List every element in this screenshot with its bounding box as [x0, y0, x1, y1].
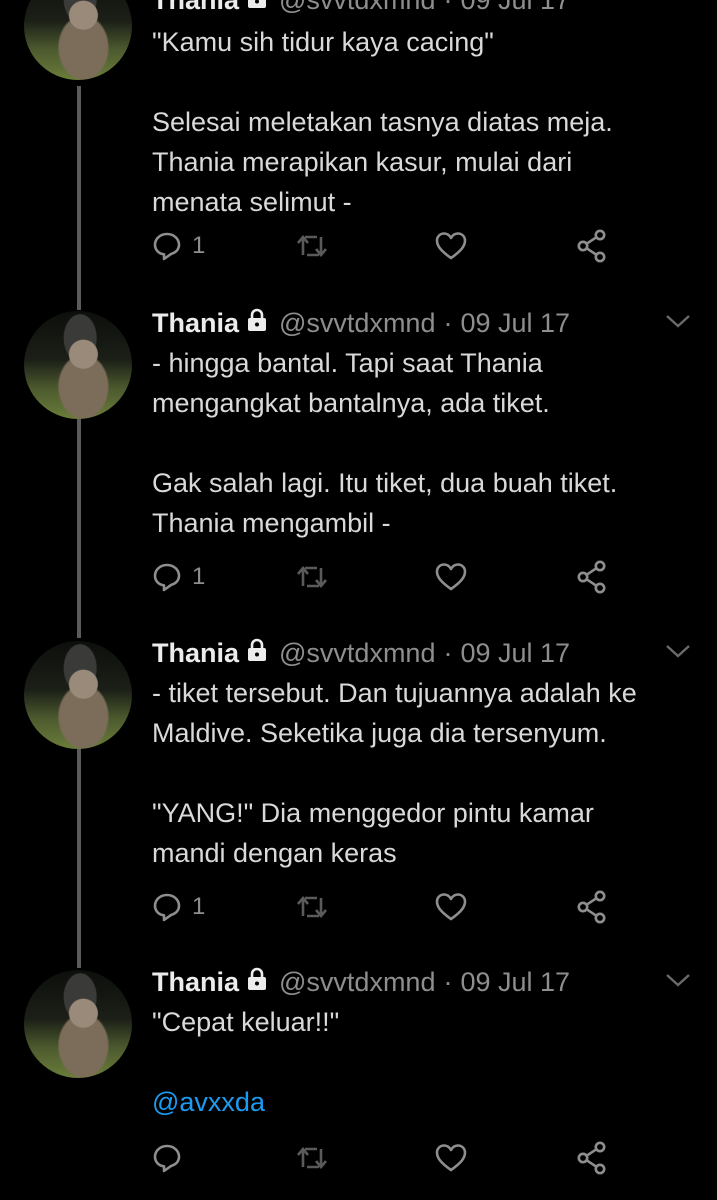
- display-name[interactable]: Thania: [152, 301, 239, 345]
- share-button[interactable]: [576, 887, 608, 927]
- share-icon: [576, 560, 608, 594]
- reply-button[interactable]: 1: [152, 226, 205, 266]
- user-handle[interactable]: @svvtdxmnd: [279, 960, 435, 1004]
- lock-icon: [245, 631, 269, 675]
- share-button[interactable]: [576, 226, 608, 266]
- avatar[interactable]: [24, 641, 132, 749]
- separator: ·: [443, 308, 453, 338]
- tweet-line: - tiket tersebut. Dan tujuannya adalah k…: [152, 678, 637, 708]
- tweet-text: "Cepat keluar!!" @avxxda: [152, 1002, 692, 1122]
- tweet-header: Thania @svvtdxmnd · 09 Jul 17: [152, 631, 570, 675]
- mention-link[interactable]: @avxxda: [152, 1087, 265, 1117]
- avatar[interactable]: [24, 311, 132, 419]
- tweet-actions: [152, 1138, 622, 1178]
- tweet[interactable]: Thania @svvtdxmnd · 09 Jul 17 - tiket te…: [0, 631, 717, 951]
- tweet[interactable]: Thania @svvtdxmnd · 09 Jul 17 "Kamu sih …: [0, 0, 717, 278]
- tweet-line: [152, 753, 692, 793]
- user-handle[interactable]: @svvtdxmnd: [279, 631, 435, 675]
- user-handle[interactable]: @svvtdxmnd: [279, 301, 435, 345]
- share-button[interactable]: [576, 557, 608, 597]
- tweet-line: Thania mengambil -: [152, 508, 391, 538]
- heart-icon: [435, 1143, 467, 1173]
- retweet-icon: [295, 231, 329, 261]
- tweet-line: mandi dengan keras: [152, 838, 397, 868]
- tweet-line: Thania merapikan kasur, mulai dari: [152, 147, 573, 177]
- reply-icon: [152, 892, 182, 922]
- separator: ·: [443, 967, 453, 997]
- tweet-header: Thania @svvtdxmnd · 09 Jul 17: [152, 301, 570, 345]
- tweet[interactable]: Thania @svvtdxmnd · 09 Jul 17 - hingga b…: [0, 301, 717, 621]
- reply-button[interactable]: 1: [152, 557, 205, 597]
- avatar[interactable]: [24, 970, 132, 1078]
- tweet-line: [152, 1042, 692, 1082]
- tweet-line: Selesai meletakan tasnya diatas meja.: [152, 107, 613, 137]
- reply-icon: [152, 562, 182, 592]
- display-name[interactable]: Thania: [152, 0, 239, 22]
- separator: ·: [443, 638, 453, 668]
- retweet-button[interactable]: [295, 1138, 329, 1178]
- tweet-menu-button[interactable]: [664, 631, 692, 675]
- tweet-date[interactable]: 09 Jul 17: [460, 0, 570, 22]
- user-handle[interactable]: @svvtdxmnd: [279, 0, 435, 22]
- tweet-date[interactable]: 09 Jul 17: [460, 960, 570, 1004]
- tweet-menu-button[interactable]: [664, 301, 692, 345]
- avatar[interactable]: [24, 0, 132, 80]
- share-icon: [576, 890, 608, 924]
- retweet-icon: [295, 562, 329, 592]
- heart-icon: [435, 562, 467, 592]
- chevron-down-icon: [665, 972, 691, 993]
- tweet-line: "YANG!" Dia menggedor pintu kamar: [152, 798, 594, 828]
- retweet-button[interactable]: [295, 557, 329, 597]
- reply-button[interactable]: 1: [152, 887, 205, 927]
- tweet-line: Maldive. Seketika juga dia tersenyum.: [152, 718, 607, 748]
- reply-count: 1: [192, 563, 206, 590]
- like-button[interactable]: [435, 1138, 467, 1178]
- heart-icon: [435, 231, 467, 261]
- retweet-icon: [295, 892, 329, 922]
- chevron-down-icon: [665, 313, 691, 334]
- tweet-date[interactable]: 09 Jul 17: [460, 301, 570, 345]
- retweet-button[interactable]: [295, 226, 329, 266]
- tweet-actions: 1: [152, 226, 622, 266]
- retweet-icon: [295, 1143, 329, 1173]
- tweet-text: "Kamu sih tidur kaya cacing" Selesai mel…: [152, 22, 692, 222]
- display-name[interactable]: Thania: [152, 960, 239, 1004]
- tweet-line: [152, 423, 692, 463]
- reply-count: 1: [192, 893, 206, 920]
- reply-button[interactable]: [152, 1138, 192, 1178]
- tweet-line: menata selimut -: [152, 187, 352, 217]
- reply-icon: [152, 1143, 182, 1173]
- tweet-date[interactable]: 09 Jul 17: [460, 631, 570, 675]
- lock-icon: [245, 0, 269, 22]
- tweet-menu-button[interactable]: [664, 960, 692, 1004]
- share-icon: [576, 1141, 608, 1175]
- lock-icon: [245, 301, 269, 345]
- tweet-text: - hingga bantal. Tapi saat Thania mengan…: [152, 343, 692, 543]
- reply-count: 1: [192, 232, 206, 259]
- tweet-text: - tiket tersebut. Dan tujuannya adalah k…: [152, 673, 692, 873]
- reply-icon: [152, 231, 182, 261]
- tweet-line: Gak salah lagi. Itu tiket, dua buah tike…: [152, 468, 618, 498]
- tweet-line: - hingga bantal. Tapi saat Thania: [152, 348, 543, 378]
- heart-icon: [435, 892, 467, 922]
- display-name[interactable]: Thania: [152, 631, 239, 675]
- tweet-line: [152, 62, 692, 102]
- lock-icon: [245, 960, 269, 1004]
- share-icon: [576, 229, 608, 263]
- tweet[interactable]: Thania @svvtdxmnd · 09 Jul 17 "Cepat kel…: [0, 960, 717, 1200]
- retweet-button[interactable]: [295, 887, 329, 927]
- tweet-line: "Kamu sih tidur kaya cacing": [152, 27, 494, 57]
- tweet-actions: 1: [152, 887, 622, 927]
- like-button[interactable]: [435, 887, 467, 927]
- chevron-down-icon: [665, 643, 691, 664]
- separator: ·: [443, 0, 453, 15]
- tweet-line: mengangkat bantalnya, ada tiket.: [152, 388, 550, 418]
- like-button[interactable]: [435, 226, 467, 266]
- share-button[interactable]: [576, 1138, 608, 1178]
- tweet-header: Thania @svvtdxmnd · 09 Jul 17: [152, 960, 570, 1004]
- tweet-header: Thania @svvtdxmnd · 09 Jul 17: [152, 0, 570, 22]
- like-button[interactable]: [435, 557, 467, 597]
- tweet-actions: 1: [152, 557, 622, 597]
- tweet-line: "Cepat keluar!!": [152, 1007, 340, 1037]
